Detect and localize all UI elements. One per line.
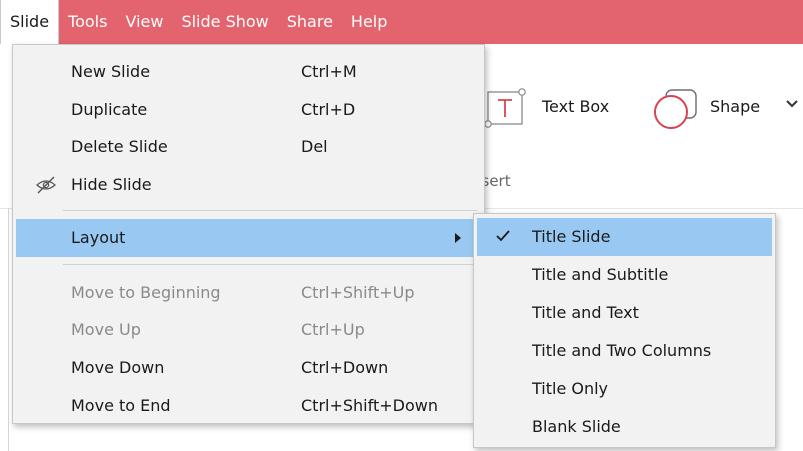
menu-item-duplicate[interactable]: Duplicate Ctrl+D: [13, 91, 484, 129]
shape-button[interactable]: Shape: [710, 97, 760, 116]
menu-help[interactable]: Help: [342, 0, 396, 44]
layout-item-title-and-subtitle[interactable]: Title and Subtitle: [477, 256, 772, 294]
submenu-arrow-icon: [455, 233, 461, 243]
slide-menu-dropdown: New Slide Ctrl+M Duplicate Ctrl+D Delete…: [12, 44, 485, 424]
menu-slide-show[interactable]: Slide Show: [172, 0, 277, 44]
layout-submenu: Title Slide Title and Subtitle Title and…: [473, 213, 776, 448]
menu-item-shortcut: Ctrl+Shift+Up: [301, 283, 415, 302]
chevron-down-icon[interactable]: [785, 98, 799, 110]
menu-item-shortcut: Ctrl+D: [301, 100, 356, 119]
menu-item-shortcut: Ctrl+Shift+Down: [301, 396, 438, 415]
document-edge: [8, 208, 9, 451]
layout-item-label: Title and Subtitle: [532, 265, 669, 284]
menu-item-shortcut: Del: [301, 137, 328, 156]
menu-separator: [63, 264, 477, 265]
layout-item-label: Title Only: [532, 379, 609, 398]
layout-item-label: Title and Two Columns: [532, 341, 712, 360]
menu-item-label: Hide Slide: [71, 175, 152, 194]
layout-item-title-slide[interactable]: Title Slide: [477, 218, 772, 256]
layout-item-title-only[interactable]: Title Only: [477, 370, 772, 408]
menu-slide[interactable]: Slide: [0, 0, 60, 44]
menu-separator: [63, 210, 477, 211]
menu-item-label: New Slide: [71, 62, 151, 81]
eye-slash-icon: [36, 176, 56, 194]
menu-item-label: Layout: [71, 228, 126, 247]
checkmark-icon: [496, 230, 510, 242]
layout-item-blank-slide[interactable]: Blank Slide: [477, 408, 772, 446]
text-box-button[interactable]: Text Box: [542, 97, 609, 116]
menu-item-delete-slide[interactable]: Delete Slide Del: [13, 128, 484, 166]
menu-item-shortcut: Ctrl+Up: [301, 320, 365, 339]
menu-tools[interactable]: Tools: [59, 0, 116, 44]
menu-item-label: Move to Beginning: [71, 283, 221, 302]
menu-item-label: Delete Slide: [71, 137, 168, 156]
menu-item-label: Move to End: [71, 396, 171, 415]
menu-item-move-to-end[interactable]: Move to End Ctrl+Shift+Down: [13, 387, 484, 425]
menu-item-label: Move Down: [71, 358, 165, 377]
menu-item-shortcut: Ctrl+M: [301, 62, 357, 81]
menu-bar: Slide Tools View Slide Show Share Help: [0, 0, 803, 44]
menu-share[interactable]: Share: [278, 0, 342, 44]
layout-item-label: Blank Slide: [532, 417, 621, 436]
text-box-icon[interactable]: [482, 86, 532, 130]
menu-item-move-to-beginning[interactable]: Move to Beginning Ctrl+Shift+Up: [13, 274, 484, 312]
menu-item-layout[interactable]: Layout: [16, 219, 481, 257]
menu-item-move-up[interactable]: Move Up Ctrl+Up: [13, 311, 484, 349]
layout-item-label: Title Slide: [532, 227, 611, 246]
menu-item-move-down[interactable]: Move Down Ctrl+Down: [13, 349, 484, 387]
layout-item-title-and-text[interactable]: Title and Text: [477, 294, 772, 332]
layout-item-title-and-two-columns[interactable]: Title and Two Columns: [477, 332, 772, 370]
menu-item-label: Move Up: [71, 320, 141, 339]
menu-item-label: Duplicate: [71, 100, 148, 119]
menu-item-hide-slide[interactable]: Hide Slide: [13, 166, 484, 204]
menu-item-shortcut: Ctrl+Down: [301, 358, 389, 377]
menu-item-new-slide[interactable]: New Slide Ctrl+M: [13, 53, 484, 91]
shape-icon[interactable]: [652, 86, 702, 132]
menu-view[interactable]: View: [116, 0, 172, 44]
layout-item-label: Title and Text: [532, 303, 639, 322]
